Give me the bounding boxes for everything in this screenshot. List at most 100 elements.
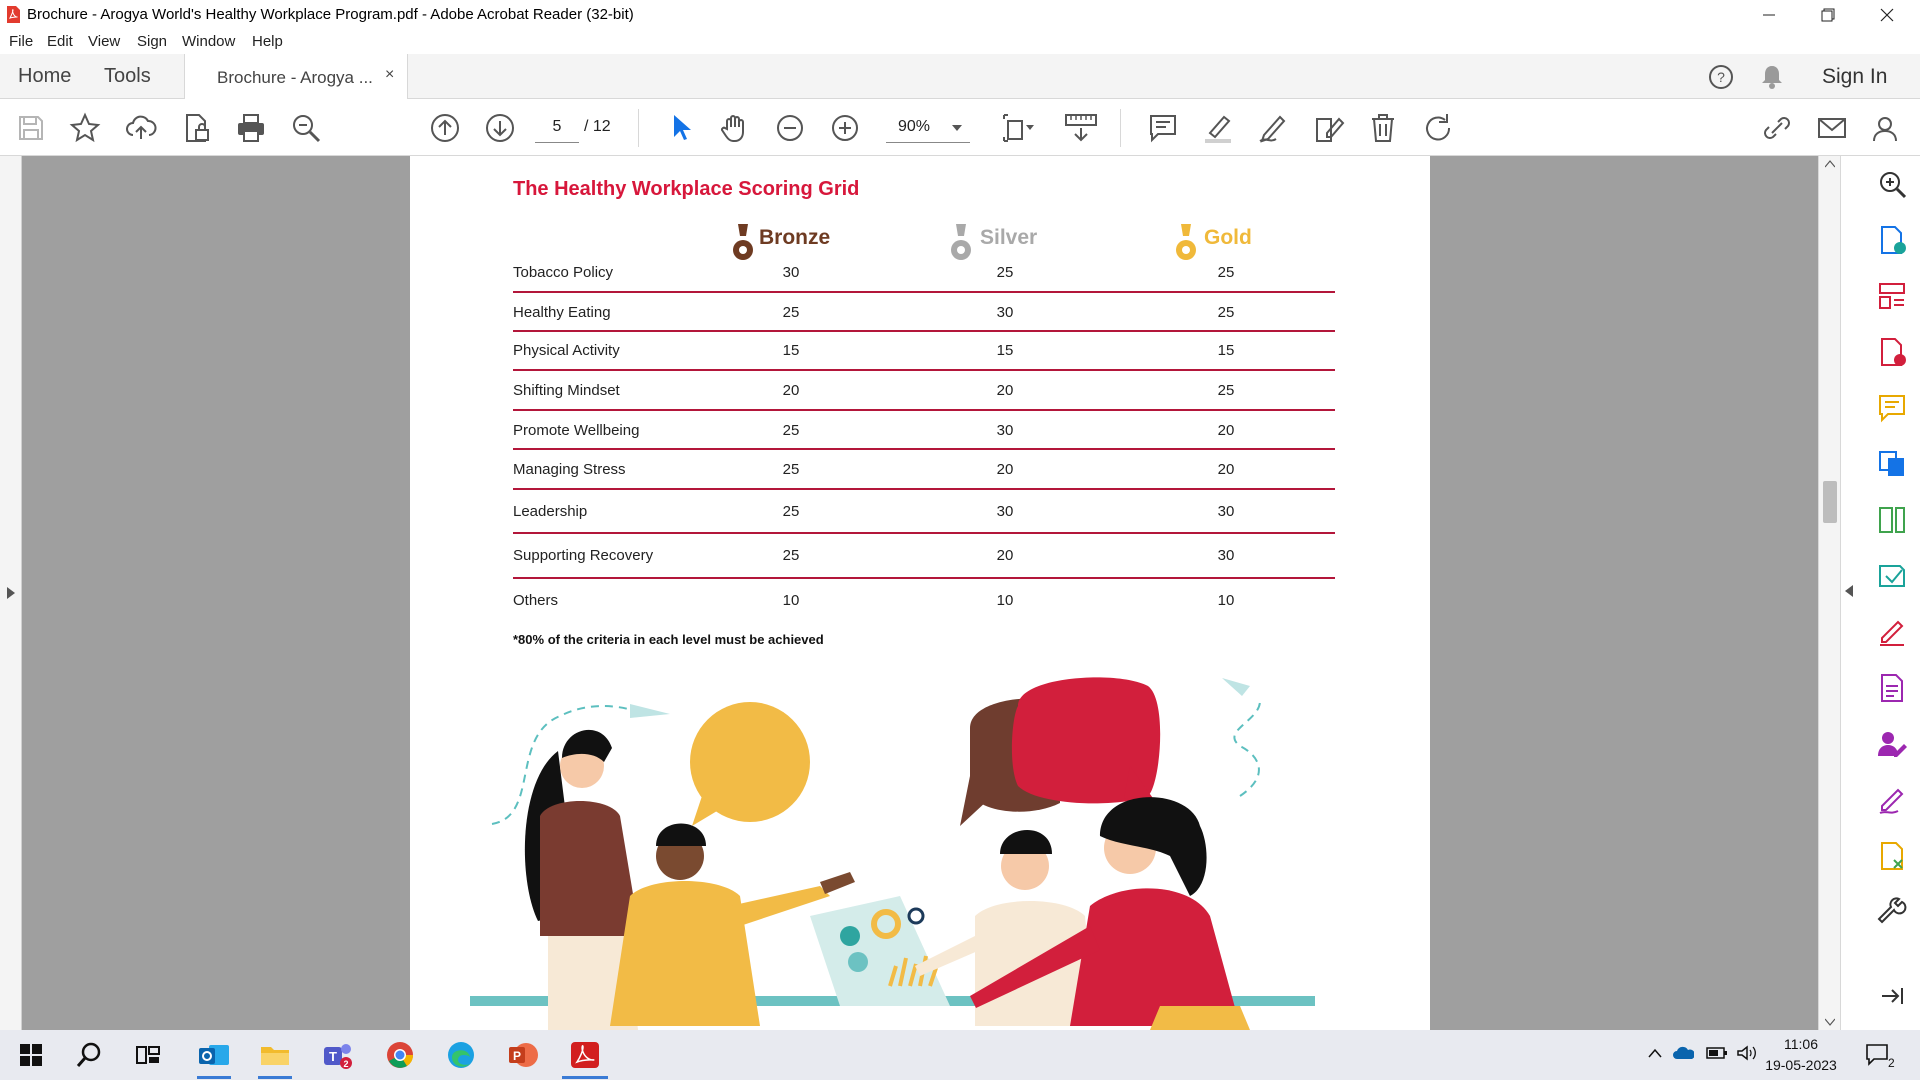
email-icon[interactable] — [1815, 111, 1849, 145]
team-meeting-illustration — [470, 677, 1315, 1030]
add-user-icon[interactable] — [1870, 111, 1904, 145]
battery-icon[interactable] — [1706, 1046, 1728, 1060]
draw-pen-icon[interactable] — [1256, 111, 1290, 145]
restore-button[interactable] — [1801, 0, 1855, 30]
menu-window[interactable]: Window — [182, 33, 235, 50]
save-icon[interactable] — [14, 111, 48, 145]
tab-home[interactable]: Home — [18, 65, 71, 88]
vertical-scrollbar[interactable] — [1818, 156, 1840, 1030]
page-number-input[interactable]: 5 — [535, 112, 579, 143]
document-viewport[interactable]: The Healthy Workplace Scoring Grid Bronz… — [0, 156, 1920, 1030]
gold-score: 15 — [1217, 342, 1235, 359]
tab-tools[interactable]: Tools — [104, 65, 151, 88]
notification-bell-icon[interactable] — [1760, 64, 1784, 90]
search-icon[interactable] — [72, 1039, 106, 1071]
delete-icon[interactable] — [1366, 111, 1400, 145]
menu-sign[interactable]: Sign — [137, 33, 167, 50]
upload-cloud-icon[interactable] — [124, 111, 158, 145]
scoring-grid-title: The Healthy Workplace Scoring Grid — [513, 178, 860, 200]
sign-pen-icon[interactable] — [1876, 784, 1908, 816]
row-label: Others — [513, 592, 559, 609]
share-link-icon[interactable] — [1760, 111, 1794, 145]
search-zoom-icon[interactable] — [1876, 168, 1908, 200]
zoom-in-icon[interactable] — [828, 111, 862, 145]
bronze-score: 10 — [782, 592, 800, 609]
create-pdf-icon[interactable] — [1876, 336, 1908, 368]
onedrive-cloud-icon[interactable] — [1672, 1044, 1694, 1062]
show-hidden-icons-chevron-icon[interactable] — [1648, 1048, 1662, 1058]
close-window-button[interactable] — [1860, 0, 1914, 30]
chrome-icon[interactable] — [383, 1039, 417, 1071]
next-page-icon[interactable] — [483, 111, 517, 145]
silver-score: 25 — [996, 264, 1014, 281]
more-tools-icon[interactable] — [1876, 896, 1908, 928]
clock-time[interactable]: 11:06 — [1770, 1036, 1832, 1052]
organize-pages-icon[interactable] — [1876, 280, 1908, 312]
request-signatures-icon[interactable] — [1876, 728, 1908, 760]
scrollbar-thumb[interactable] — [1823, 481, 1837, 523]
row-label: Leadership — [513, 503, 588, 520]
left-panel-collapsed[interactable] — [0, 156, 22, 1030]
teams-icon[interactable]: T 2 — [320, 1039, 354, 1071]
highlight-icon[interactable] — [1201, 111, 1235, 145]
hand-tool-icon[interactable] — [718, 111, 752, 145]
page-total: / 12 — [584, 118, 611, 135]
file-explorer-icon[interactable] — [258, 1039, 292, 1071]
clock-date[interactable]: 19-05-2023 — [1760, 1057, 1842, 1073]
comment-tool-icon[interactable] — [1876, 392, 1908, 424]
bookmark-star-icon[interactable] — [68, 111, 102, 145]
page-fit-icon[interactable] — [1000, 111, 1034, 145]
row-label: Physical Activity — [513, 342, 620, 359]
row-divider — [513, 330, 1335, 332]
task-view-icon[interactable] — [131, 1039, 165, 1071]
previous-page-icon[interactable] — [428, 111, 462, 145]
silver-score: 30 — [996, 503, 1014, 520]
bronze-score: 25 — [782, 547, 800, 564]
tab-bar: Home Tools Brochure - Arogya ... × ? Sig… — [0, 54, 1920, 100]
expand-left-panel-icon[interactable] — [6, 586, 16, 600]
prepare-form-icon[interactable] — [1876, 840, 1908, 872]
volume-icon[interactable] — [1736, 1044, 1758, 1062]
sign-in-button[interactable]: Sign In — [1822, 65, 1887, 89]
menu-bar: File Edit View Sign Window Help — [0, 30, 1920, 54]
minimize-button[interactable] — [1742, 0, 1796, 30]
outlook-icon[interactable] — [197, 1039, 231, 1071]
bronze-score: 25 — [782, 461, 800, 478]
rotate-icon[interactable] — [1421, 111, 1455, 145]
compress-pdf-icon[interactable] — [1876, 504, 1908, 536]
start-windows-icon[interactable] — [14, 1039, 48, 1071]
silver-score: 20 — [996, 461, 1014, 478]
silver-score: 15 — [996, 342, 1014, 359]
edge-icon[interactable] — [444, 1039, 478, 1071]
print-icon[interactable] — [234, 111, 268, 145]
zoom-search-icon[interactable] — [289, 111, 323, 145]
powerpoint-icon[interactable]: P — [506, 1039, 540, 1071]
comment-icon[interactable] — [1146, 111, 1180, 145]
collapse-tools-pane-icon[interactable] — [1876, 980, 1908, 1012]
acrobat-reader-icon[interactable] — [568, 1039, 602, 1071]
silver-score: 20 — [996, 382, 1014, 399]
protect-file-icon[interactable] — [179, 111, 213, 145]
help-icon[interactable]: ? — [1708, 64, 1734, 90]
menu-help[interactable]: Help — [252, 33, 283, 50]
zoom-out-icon[interactable] — [773, 111, 807, 145]
collapse-right-pane-icon[interactable] — [1844, 584, 1854, 598]
select-cursor-icon[interactable] — [664, 111, 698, 145]
export-pdf-icon[interactable] — [1876, 224, 1908, 256]
edit-pdf-icon[interactable] — [1311, 111, 1345, 145]
tab-close-button[interactable]: × — [385, 66, 394, 84]
fill-sign-icon[interactable] — [1876, 616, 1908, 648]
bronze-score: 25 — [782, 503, 800, 520]
zoom-level-select[interactable]: 90% — [886, 112, 970, 143]
menu-file[interactable]: File — [9, 33, 33, 50]
scroll-down-icon[interactable] — [1825, 1018, 1835, 1026]
tab-document[interactable]: Brochure - Arogya ... × — [184, 54, 408, 100]
scroll-mode-icon[interactable] — [1064, 111, 1098, 145]
menu-edit[interactable]: Edit — [47, 33, 73, 50]
combine-files-icon[interactable] — [1876, 448, 1908, 480]
scan-ocr-icon[interactable] — [1876, 560, 1908, 592]
scroll-up-icon[interactable] — [1825, 160, 1835, 168]
minimize-icon — [1763, 14, 1775, 16]
edit-document-icon[interactable] — [1876, 672, 1908, 704]
menu-view[interactable]: View — [88, 33, 120, 50]
